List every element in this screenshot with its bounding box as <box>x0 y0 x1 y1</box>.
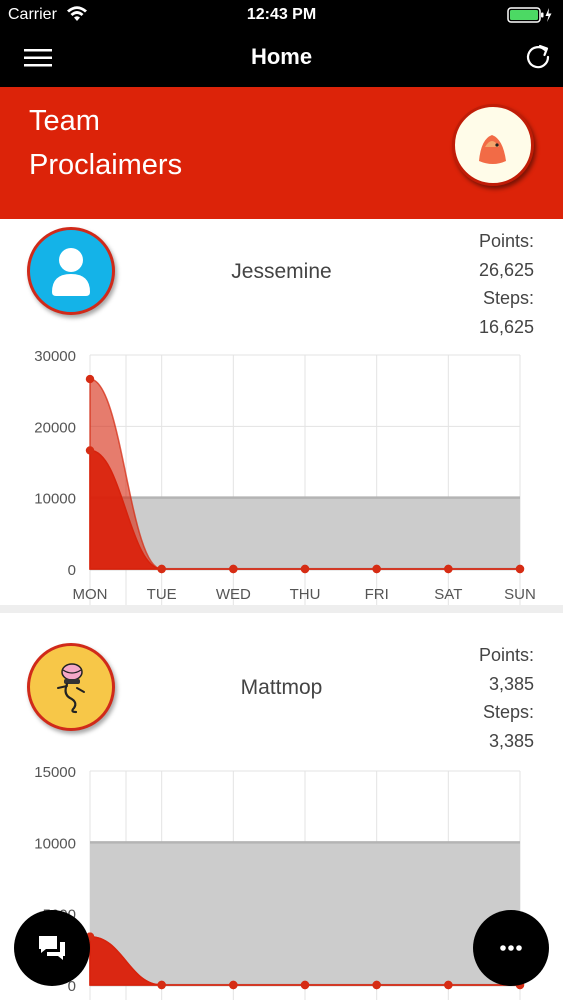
y-tick-label: 30000 <box>34 348 76 365</box>
data-point <box>515 564 525 574</box>
points-label: Points: <box>478 645 534 665</box>
team-mascot-icon <box>479 135 506 164</box>
team-avatar[interactable] <box>452 104 534 186</box>
steps-label: Steps: <box>482 288 534 309</box>
clock: 12:43 PM <box>246 6 317 23</box>
avatar[interactable] <box>27 643 115 731</box>
x-tick-label: MON <box>73 586 108 603</box>
default-user-icon <box>52 248 90 296</box>
member-name: Jessemine <box>231 260 332 283</box>
y-tick-label: 10000 <box>34 491 76 508</box>
team-name: Proclaimers <box>29 149 183 181</box>
avatar[interactable] <box>27 227 115 315</box>
data-point <box>372 980 381 990</box>
data-point <box>229 980 238 990</box>
data-point <box>85 374 95 384</box>
points-value: 26,625 <box>478 259 534 280</box>
team-header: Team Proclaimers <box>0 87 563 219</box>
x-tick-label: THU <box>290 586 321 603</box>
y-tick-label: 15000 <box>34 764 76 781</box>
team-label: Team <box>29 105 100 137</box>
goal-band <box>90 497 520 569</box>
steps-value: 16,625 <box>478 316 534 337</box>
card-divider <box>0 605 563 613</box>
chat-button[interactable] <box>14 910 90 986</box>
data-point <box>157 980 166 990</box>
data-point <box>229 564 238 574</box>
member-name: Mattmop <box>240 676 323 699</box>
member-card: Jessemine Points: 26,625 Steps: 16,625 0… <box>0 219 563 605</box>
x-tick-label: FRI <box>365 586 389 603</box>
weekly-steps-chart: 0 10000 20000 30000 MON TUE WED THU FRI SAT SUN <box>34 348 536 605</box>
member-stats: Points: 26,625 Steps: 16,625 <box>479 227 534 341</box>
refresh-icon[interactable] <box>523 42 553 72</box>
x-tick-label: WED <box>216 586 251 603</box>
data-point <box>444 564 453 574</box>
cartoon-avatar-icon <box>57 663 85 714</box>
x-tick-label: SAT <box>434 586 462 603</box>
data-point <box>444 980 453 990</box>
more-dots-icon <box>500 945 522 951</box>
nav-bar: Home <box>0 30 563 87</box>
status-bar: Carrier 12:43 PM <box>0 0 563 30</box>
data-point <box>372 564 381 574</box>
points-label: Points: <box>478 231 534 251</box>
member-stats: Points: 3,385 Steps: 3,385 <box>479 641 534 755</box>
data-point <box>85 446 95 455</box>
more-options-button[interactable] <box>473 910 549 986</box>
y-tick-label: 10000 <box>34 835 76 852</box>
y-tick-label: 0 <box>68 562 76 579</box>
y-tick-label: 20000 <box>34 419 76 436</box>
data-point <box>157 564 166 574</box>
data-point <box>300 980 310 990</box>
steps-value: 3,385 <box>488 730 534 751</box>
x-tick-label: SUN <box>504 586 536 603</box>
battery-icon <box>507 7 552 23</box>
steps-label: Steps: <box>482 702 534 723</box>
chat-bubbles-icon <box>39 936 65 960</box>
points-value: 3,385 <box>488 673 534 694</box>
goal-band <box>90 842 520 985</box>
page-title: Home <box>250 44 313 69</box>
data-point <box>300 564 310 574</box>
x-tick-label: TUE <box>147 586 177 603</box>
